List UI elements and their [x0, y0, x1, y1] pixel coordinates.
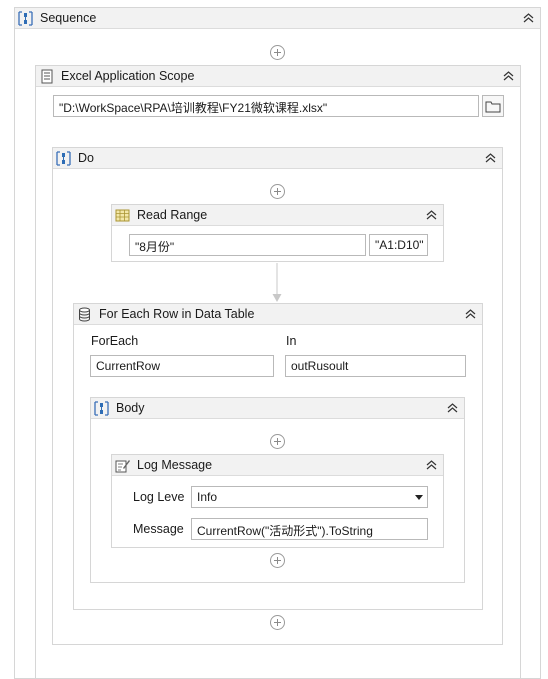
- for-each-title: For Each Row in Data Table: [99, 307, 255, 321]
- collapse-icon[interactable]: [463, 307, 477, 321]
- log-message-icon: [115, 460, 130, 473]
- collapse-icon[interactable]: [521, 11, 535, 25]
- read-range-header[interactable]: Read Range: [112, 205, 443, 226]
- collapse-icon[interactable]: [483, 151, 497, 165]
- collapse-icon[interactable]: [445, 401, 459, 415]
- collapse-icon[interactable]: [424, 208, 438, 222]
- log-level-select[interactable]: Info: [191, 486, 428, 508]
- sequence-icon: [94, 401, 109, 416]
- sheet-name-input[interactable]: "8月份": [129, 234, 366, 256]
- excel-scope-title: Excel Application Scope: [61, 69, 195, 83]
- for-each-header[interactable]: For Each Row in Data Table: [74, 304, 482, 325]
- log-message-activity: Log Message Log Leve Info Message Curren…: [111, 454, 444, 548]
- message-input[interactable]: CurrentRow("活动形式").ToString: [191, 518, 428, 540]
- body-title: Body: [116, 401, 145, 415]
- collapse-icon[interactable]: [424, 458, 438, 472]
- excel-scope-header[interactable]: Excel Application Scope: [36, 66, 520, 87]
- do-title: Do: [78, 151, 94, 165]
- collapse-icon[interactable]: [501, 69, 515, 83]
- sequence-icon: [56, 151, 71, 166]
- workbook-path-input[interactable]: "D:\WorkSpace\RPA\培训教程\FY21微软课程.xlsx": [53, 95, 479, 117]
- folder-icon[interactable]: [482, 95, 504, 117]
- add-activity-button[interactable]: [270, 553, 285, 568]
- message-label: Message: [133, 522, 184, 536]
- in-label: In: [286, 334, 297, 348]
- add-activity-button[interactable]: [270, 184, 285, 199]
- body-header[interactable]: Body: [91, 398, 464, 419]
- log-message-header[interactable]: Log Message: [112, 455, 443, 476]
- read-range-icon: [115, 209, 130, 222]
- range-input[interactable]: "A1:D10": [369, 234, 428, 256]
- log-message-title: Log Message: [137, 458, 213, 472]
- sequence-icon: [18, 11, 33, 26]
- add-activity-button[interactable]: [270, 45, 285, 60]
- do-header[interactable]: Do: [53, 148, 502, 169]
- log-level-label: Log Leve: [133, 490, 185, 504]
- in-datatable-input[interactable]: outRusoult: [285, 355, 466, 377]
- sequence-title: Sequence: [40, 11, 97, 25]
- foreach-variable-input[interactable]: CurrentRow: [90, 355, 274, 377]
- database-icon: [79, 307, 90, 322]
- foreach-label: ForEach: [91, 334, 139, 348]
- read-range-activity: Read Range "8月份" "A1:D10": [111, 204, 444, 262]
- chevron-down-icon: [415, 495, 423, 500]
- add-activity-button[interactable]: [270, 615, 285, 630]
- add-activity-button[interactable]: [270, 434, 285, 449]
- connector-arrow: [272, 263, 282, 302]
- log-level-value: Info: [197, 490, 218, 504]
- sequence-header[interactable]: Sequence: [15, 8, 540, 29]
- excel-scope-icon: [41, 69, 53, 84]
- read-range-title: Read Range: [137, 208, 208, 222]
